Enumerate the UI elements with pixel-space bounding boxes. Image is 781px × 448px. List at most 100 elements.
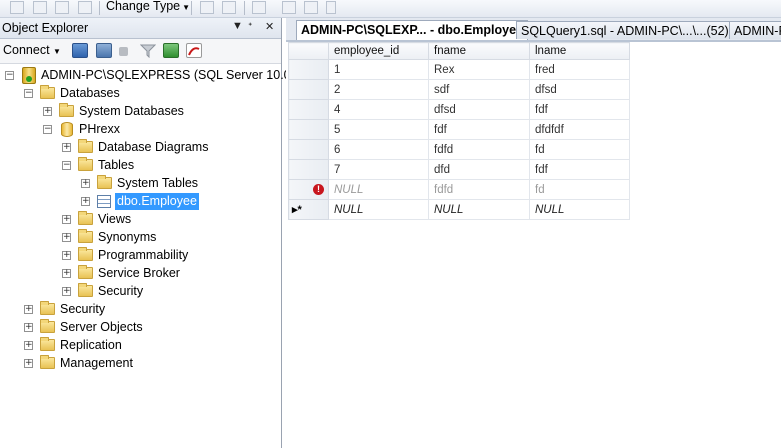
toolbar-icon-5[interactable]	[200, 1, 214, 14]
tree-label-programmability: Programmability	[98, 248, 189, 262]
expand-icon[interactable]: +	[62, 215, 71, 224]
expand-icon[interactable]: +	[24, 359, 33, 368]
folder-icon	[78, 157, 93, 171]
pin-icon[interactable]: ᐩ	[248, 20, 252, 33]
cell-employee-id[interactable]: 2	[328, 79, 429, 100]
row-selector[interactable]	[288, 79, 329, 100]
toolbar-overflow-icon[interactable]	[326, 1, 336, 14]
new-row-icon: ▸*	[292, 204, 302, 216]
cell-fname[interactable]: NULL	[428, 199, 530, 220]
toolbar-icon-1[interactable]	[10, 1, 24, 14]
folder-icon	[78, 211, 93, 225]
tree-label-views: Views	[98, 212, 132, 226]
cell-fname[interactable]: fdf	[428, 119, 530, 140]
table-row-error[interactable]: ! NULL fdfd fd	[288, 179, 630, 200]
toolbar-icon-6[interactable]	[222, 1, 236, 14]
cell-lname[interactable]: fdf	[529, 99, 630, 120]
stop-icon[interactable]	[119, 47, 128, 56]
tree-label-management: Management	[60, 356, 133, 370]
row-header-corner[interactable]	[288, 42, 329, 60]
row-selector[interactable]	[288, 159, 329, 180]
script-icon[interactable]	[186, 43, 202, 58]
collapse-icon[interactable]: −	[5, 71, 14, 80]
cell-fname[interactable]: dfsd	[428, 99, 530, 120]
cell-lname[interactable]: fdf	[529, 159, 630, 180]
connect-object-explorer-icon[interactable]	[72, 43, 88, 58]
column-header-fname[interactable]: fname	[428, 42, 530, 60]
cell-lname[interactable]: fred	[529, 59, 630, 80]
object-explorer-titlebar: Object Explorer ▼ ᐩ ✕	[0, 18, 281, 39]
cell-employee-id[interactable]: 1	[328, 59, 429, 80]
column-header-employee-id[interactable]: employee_id	[328, 42, 429, 60]
cell-employee-id[interactable]: 4	[328, 99, 429, 120]
cell-lname[interactable]: fd	[529, 139, 630, 160]
cell-employee-id[interactable]: 5	[328, 119, 429, 140]
table-row[interactable]: 4 dfsd fdf	[288, 99, 630, 120]
toolbar-separator	[244, 1, 245, 15]
row-selector[interactable]: !	[288, 179, 329, 200]
cell-fname[interactable]: sdf	[428, 79, 530, 100]
expand-icon[interactable]: +	[81, 197, 90, 206]
cell-fname[interactable]: dfd	[428, 159, 530, 180]
tree-label-replication: Replication	[60, 338, 122, 352]
tab-admin-pc[interactable]: ADMIN-P	[729, 21, 781, 39]
filter-icon[interactable]	[139, 43, 157, 59]
expand-icon[interactable]: +	[24, 305, 33, 314]
table-row[interactable]: 6 fdfd fd	[288, 139, 630, 160]
row-selector[interactable]	[288, 139, 329, 160]
cell-fname[interactable]: Rex	[428, 59, 530, 80]
change-type-dropdown[interactable]: Change Type ▼	[106, 0, 190, 13]
expand-icon[interactable]: +	[62, 143, 71, 152]
expand-icon[interactable]: +	[62, 269, 71, 278]
cell-employee-id[interactable]: NULL	[328, 179, 429, 200]
cell-fname[interactable]: fdfd	[428, 179, 530, 200]
expand-icon[interactable]: +	[62, 251, 71, 260]
cell-employee-id[interactable]: 7	[328, 159, 429, 180]
toolbar-icon-3[interactable]	[55, 1, 69, 14]
refresh-icon[interactable]	[163, 43, 179, 58]
expand-icon[interactable]: +	[24, 341, 33, 350]
dropdown-arrow-icon: ▼	[182, 3, 191, 12]
expand-icon[interactable]: +	[81, 179, 90, 188]
row-selector[interactable]	[288, 59, 329, 80]
cell-lname[interactable]: NULL	[529, 199, 630, 220]
toolbar-icon-7[interactable]	[252, 1, 266, 14]
tab-sqlquery1[interactable]: SQLQuery1.sql - ADMIN-PC\...\...(52))	[516, 21, 738, 39]
tab-dbo-employee[interactable]: ADMIN-PC\SQLEXP... - dbo.Employee	[296, 20, 529, 40]
tree-label-system-tables: System Tables	[117, 176, 199, 190]
toolbar-icon-9[interactable]	[304, 1, 318, 14]
cell-lname[interactable]: dfdfdf	[529, 119, 630, 140]
object-explorer-title: Object Explorer	[2, 21, 89, 35]
table-row[interactable]: 1 Rex fred	[288, 59, 630, 80]
cell-employee-id[interactable]: 6	[328, 139, 429, 160]
toolbar-icon-8[interactable]	[282, 1, 296, 14]
cell-lname[interactable]: fd	[529, 179, 630, 200]
table-row[interactable]: 7 dfd fdf	[288, 159, 630, 180]
cell-employee-id[interactable]: NULL	[328, 199, 429, 220]
expand-icon[interactable]: +	[43, 107, 52, 116]
window-position-icon[interactable]: ▼	[232, 20, 243, 32]
collapse-icon[interactable]: −	[24, 89, 33, 98]
expand-icon[interactable]: +	[24, 323, 33, 332]
row-selector[interactable]	[288, 119, 329, 140]
collapse-icon[interactable]: −	[62, 161, 71, 170]
collapse-icon[interactable]: −	[43, 125, 52, 134]
row-selector[interactable]: ▸*	[288, 199, 329, 220]
expand-icon[interactable]: +	[62, 287, 71, 296]
toolbar-icon-2[interactable]	[33, 1, 47, 14]
table-row-new[interactable]: ▸* NULL NULL NULL	[288, 199, 630, 220]
disconnect-icon[interactable]	[96, 43, 112, 58]
folder-icon	[78, 139, 93, 153]
cell-lname[interactable]: dfsd	[529, 79, 630, 100]
tree-node-server[interactable]: − ADMIN-PC\SQLEXPRESS (SQL Server 10.0.1…	[0, 67, 315, 85]
connect-button[interactable]: Connect ▼	[3, 43, 61, 57]
close-icon[interactable]: ✕	[265, 20, 274, 33]
table-row[interactable]: 5 fdf dfdfdf	[288, 119, 630, 140]
header-row: employee_id fname lname	[288, 42, 630, 60]
table-row[interactable]: 2 sdf dfsd	[288, 79, 630, 100]
cell-fname[interactable]: fdfd	[428, 139, 530, 160]
toolbar-icon-4[interactable]	[78, 1, 92, 14]
expand-icon[interactable]: +	[62, 233, 71, 242]
row-selector[interactable]	[288, 99, 329, 120]
column-header-lname[interactable]: lname	[529, 42, 630, 60]
